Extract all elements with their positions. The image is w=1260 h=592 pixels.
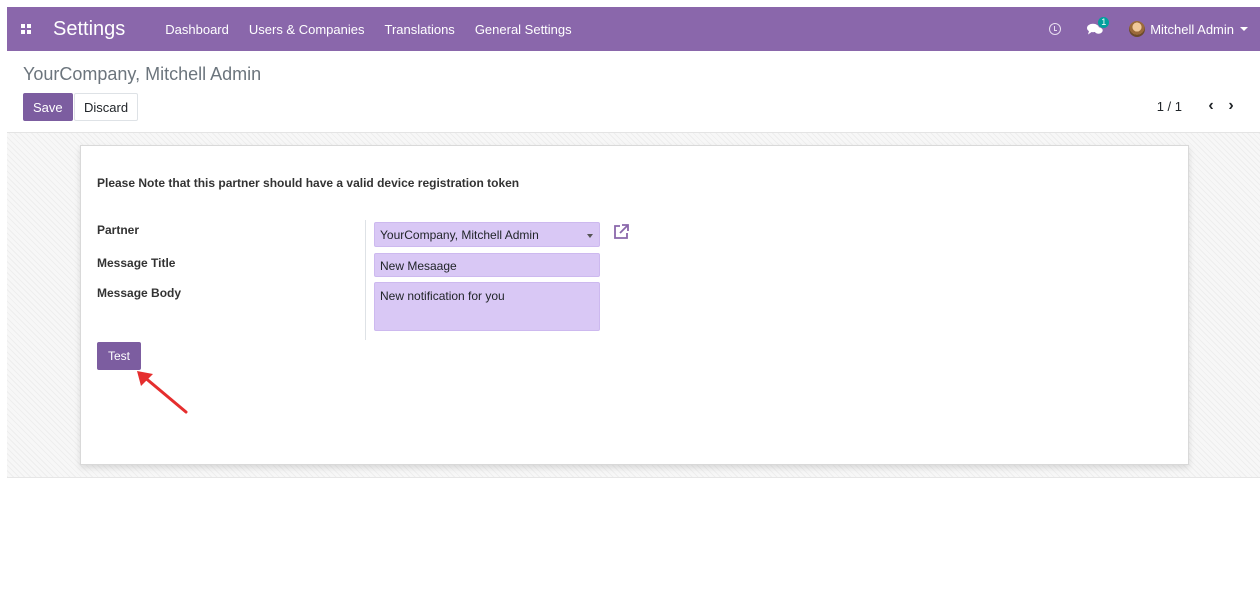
- external-link-icon[interactable]: [612, 223, 630, 241]
- chevron-down-icon: [1240, 27, 1248, 31]
- navbar-systray: 1 Mitchell Admin: [1049, 7, 1260, 51]
- form-view: Please Note that this partner should hav…: [7, 133, 1260, 478]
- activity-clock-icon[interactable]: [1049, 23, 1062, 35]
- discard-button[interactable]: Discard: [74, 93, 139, 121]
- page: Settings Dashboard Users & Companies Tra…: [0, 0, 1260, 592]
- partner-select[interactable]: YourCompany, Mitchell Admin: [374, 222, 600, 247]
- partner-select-value: YourCompany, Mitchell Admin: [380, 228, 539, 242]
- form-sheet: Please Note that this partner should hav…: [80, 145, 1189, 465]
- form-note: Please Note that this partner should hav…: [97, 176, 520, 190]
- app-title: Settings: [53, 17, 126, 40]
- menu-item-translations[interactable]: Translations: [374, 22, 464, 37]
- messages-button[interactable]: 1: [1087, 17, 1110, 35]
- user-avatar: [1129, 21, 1146, 37]
- user-name: Mitchell Admin: [1150, 21, 1234, 37]
- save-button[interactable]: Save: [23, 93, 73, 121]
- chevron-left-icon[interactable]: ‹: [1204, 97, 1218, 115]
- message-body-label: Message Body: [97, 286, 182, 300]
- message-body-textarea[interactable]: New notification for you: [374, 282, 600, 331]
- form-divider: [365, 220, 366, 340]
- dropdown-caret-icon: [587, 234, 593, 238]
- red-arrow-annotation-icon: [137, 371, 188, 414]
- chevron-right-icon[interactable]: ›: [1224, 97, 1238, 115]
- control-panel: YourCompany, Mitchell Admin Save Discard…: [7, 51, 1260, 133]
- menu-item-dashboard[interactable]: Dashboard: [155, 22, 239, 37]
- main-menu: Dashboard Users & Companies Translations…: [155, 22, 581, 37]
- pager: 1 / 1 ‹ ›: [1157, 97, 1238, 115]
- top-navbar: Settings Dashboard Users & Companies Tra…: [7, 7, 1260, 51]
- menu-item-users-companies[interactable]: Users & Companies: [239, 22, 375, 37]
- menu-item-general-settings[interactable]: General Settings: [465, 22, 582, 37]
- pager-value[interactable]: 1 / 1: [1157, 99, 1182, 114]
- partner-label: Partner: [97, 223, 140, 237]
- message-title-label: Message Title: [97, 256, 176, 270]
- messages-count-badge: 1: [1098, 17, 1110, 28]
- test-button[interactable]: Test: [97, 342, 141, 370]
- apps-menu-icon[interactable]: [11, 7, 41, 51]
- user-menu[interactable]: Mitchell Admin: [1129, 21, 1248, 37]
- message-title-input[interactable]: New Mesaage: [374, 253, 600, 277]
- breadcrumb: YourCompany, Mitchell Admin: [23, 64, 262, 84]
